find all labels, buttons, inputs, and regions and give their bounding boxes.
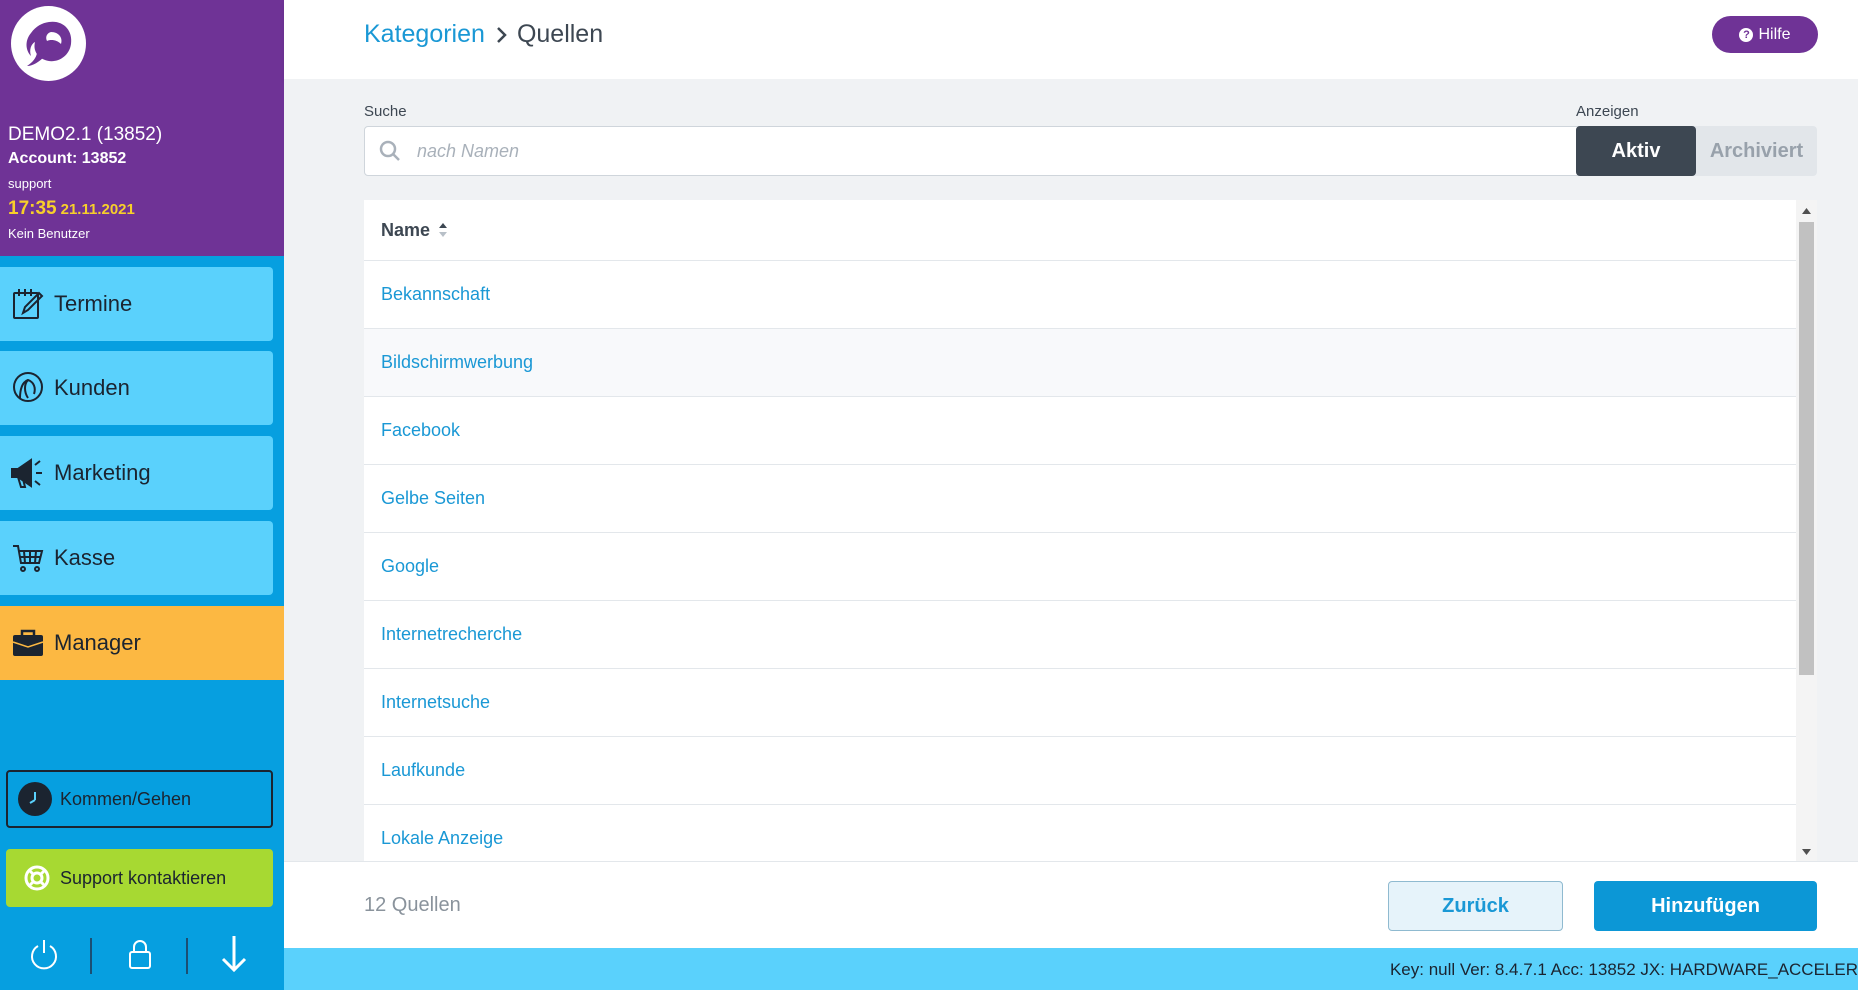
page-header: Kategorien Quellen ? Hilfe	[284, 0, 1858, 79]
sidebar-bottom-toolbar	[0, 930, 284, 980]
row-name[interactable]: Bildschirmwerbung	[381, 352, 533, 373]
table-row[interactable]: Bekannschaft	[364, 261, 1796, 329]
status-text: Key: null Ver: 8.4.7.1 Acc: 13852 JX: HA…	[1389, 960, 1858, 979]
table-row[interactable]: Internetrecherche	[364, 601, 1796, 669]
filter-aktiv-button[interactable]: Aktiv	[1576, 126, 1696, 176]
clock-in-out-label: Kommen/Gehen	[60, 788, 192, 809]
lifebuoy-icon	[20, 861, 54, 895]
account-name: DEMO2.1 (13852)	[8, 124, 163, 145]
main-content: Suche Anzeigen Aktiv Archiviert Name Bek…	[284, 79, 1858, 861]
toolbar-divider	[186, 938, 188, 974]
briefcase-icon	[6, 621, 50, 665]
status-toggle: Aktiv Archiviert	[1576, 126, 1817, 176]
sources-count: 12 Quellen	[364, 894, 461, 916]
scroll-down-arrow-icon[interactable]	[1801, 847, 1812, 857]
search-label: Suche	[364, 103, 407, 120]
table-row[interactable]: Internetsuche	[364, 669, 1796, 737]
customer-head-icon	[6, 366, 50, 410]
help-button[interactable]: ? Hilfe	[1712, 16, 1818, 53]
sidebar-item-kunden[interactable]: Kunden	[0, 351, 273, 425]
scroll-thumb[interactable]	[1799, 222, 1814, 675]
back-button[interactable]: Zurück	[1388, 881, 1563, 931]
row-name[interactable]: Google	[381, 556, 439, 577]
no-user-label: Kein Benutzer	[8, 226, 90, 241]
show-label: Anzeigen	[1576, 103, 1639, 120]
help-button-label: Hilfe	[1758, 25, 1791, 43]
toolbar-divider	[90, 938, 92, 974]
clock-in-out-button[interactable]: Kommen/Gehen	[6, 770, 273, 828]
table-row[interactable]: Google	[364, 533, 1796, 601]
table-scrollbar[interactable]	[1796, 200, 1817, 861]
page-footer: 12 Quellen Zurück Hinzufügen	[284, 861, 1858, 948]
page-title: Quellen	[516, 20, 604, 48]
sidebar-item-label: Termine	[54, 291, 133, 316]
arrow-down-icon[interactable]	[214, 934, 254, 974]
row-name[interactable]: Lokale Anzeige	[381, 828, 503, 849]
megaphone-icon	[6, 451, 50, 495]
cart-icon	[6, 536, 50, 580]
sidebar-item-termine[interactable]: Termine	[0, 267, 273, 341]
power-icon[interactable]	[24, 934, 64, 974]
clock-display: 17:35 21.11.2021	[8, 198, 135, 220]
sidebar-item-kasse[interactable]: Kasse	[0, 521, 273, 595]
breadcrumb-kategorien-link[interactable]: Kategorien	[364, 20, 485, 49]
row-name[interactable]: Internetrecherche	[381, 624, 522, 645]
table-row[interactable]: Bildschirmwerbung	[364, 329, 1796, 397]
chevron-right-icon	[495, 26, 507, 44]
sidebar-item-label: Kunden	[54, 375, 130, 400]
account-panel: DEMO2.1 (13852) Account: 13852 support 1…	[0, 0, 284, 256]
row-name[interactable]: Facebook	[381, 420, 460, 441]
lock-icon[interactable]	[120, 934, 160, 974]
search-input[interactable]	[417, 140, 1567, 162]
column-header-name[interactable]: Name	[381, 220, 430, 241]
table-row[interactable]: Facebook	[364, 397, 1796, 465]
sort-icon[interactable]	[438, 221, 448, 239]
question-icon: ?	[1739, 27, 1754, 42]
clock-icon	[18, 782, 52, 816]
app-logo	[11, 6, 86, 81]
sources-table: Name Bekannschaft Bildschirmwerbung Face…	[364, 200, 1817, 861]
clock-date: 21.11.2021	[60, 201, 135, 218]
row-name[interactable]: Gelbe Seiten	[381, 488, 485, 509]
sidebar-item-manager[interactable]: Manager	[0, 606, 284, 680]
table-row[interactable]: Lokale Anzeige	[364, 805, 1796, 861]
row-name[interactable]: Internetsuche	[381, 692, 490, 713]
row-name[interactable]: Laufkunde	[381, 760, 465, 781]
sidebar-item-label: Marketing	[54, 460, 151, 485]
clock-time: 17:35	[8, 198, 57, 219]
sidebar-item-label: Manager	[54, 630, 141, 655]
table-row[interactable]: Laufkunde	[364, 737, 1796, 805]
table-row[interactable]: Gelbe Seiten	[364, 465, 1796, 533]
scroll-up-arrow-icon[interactable]	[1801, 206, 1812, 216]
filter-archiviert-button[interactable]: Archiviert	[1696, 126, 1817, 176]
sidebar: DEMO2.1 (13852) Account: 13852 support 1…	[0, 0, 284, 990]
app-window: DEMO2.1 (13852) Account: 13852 support 1…	[0, 0, 1858, 990]
add-button[interactable]: Hinzufügen	[1594, 881, 1817, 931]
row-name[interactable]: Bekannschaft	[381, 284, 490, 305]
account-number: Account: 13852	[8, 150, 127, 167]
calendar-edit-icon	[6, 282, 50, 326]
table-header: Name	[364, 200, 1796, 261]
status-bar: Key: null Ver: 8.4.7.1 Acc: 13852 JX: HA…	[284, 948, 1858, 990]
contact-support-button[interactable]: Support kontaktieren	[6, 849, 273, 907]
sidebar-item-marketing[interactable]: Marketing	[0, 436, 273, 510]
account-user: support	[8, 176, 52, 191]
contact-support-label: Support kontaktieren	[60, 867, 227, 888]
search-icon	[377, 138, 403, 164]
sidebar-item-label: Kasse	[54, 545, 116, 570]
breadcrumb: Kategorien Quellen	[364, 20, 603, 49]
search-field[interactable]	[364, 126, 1637, 176]
